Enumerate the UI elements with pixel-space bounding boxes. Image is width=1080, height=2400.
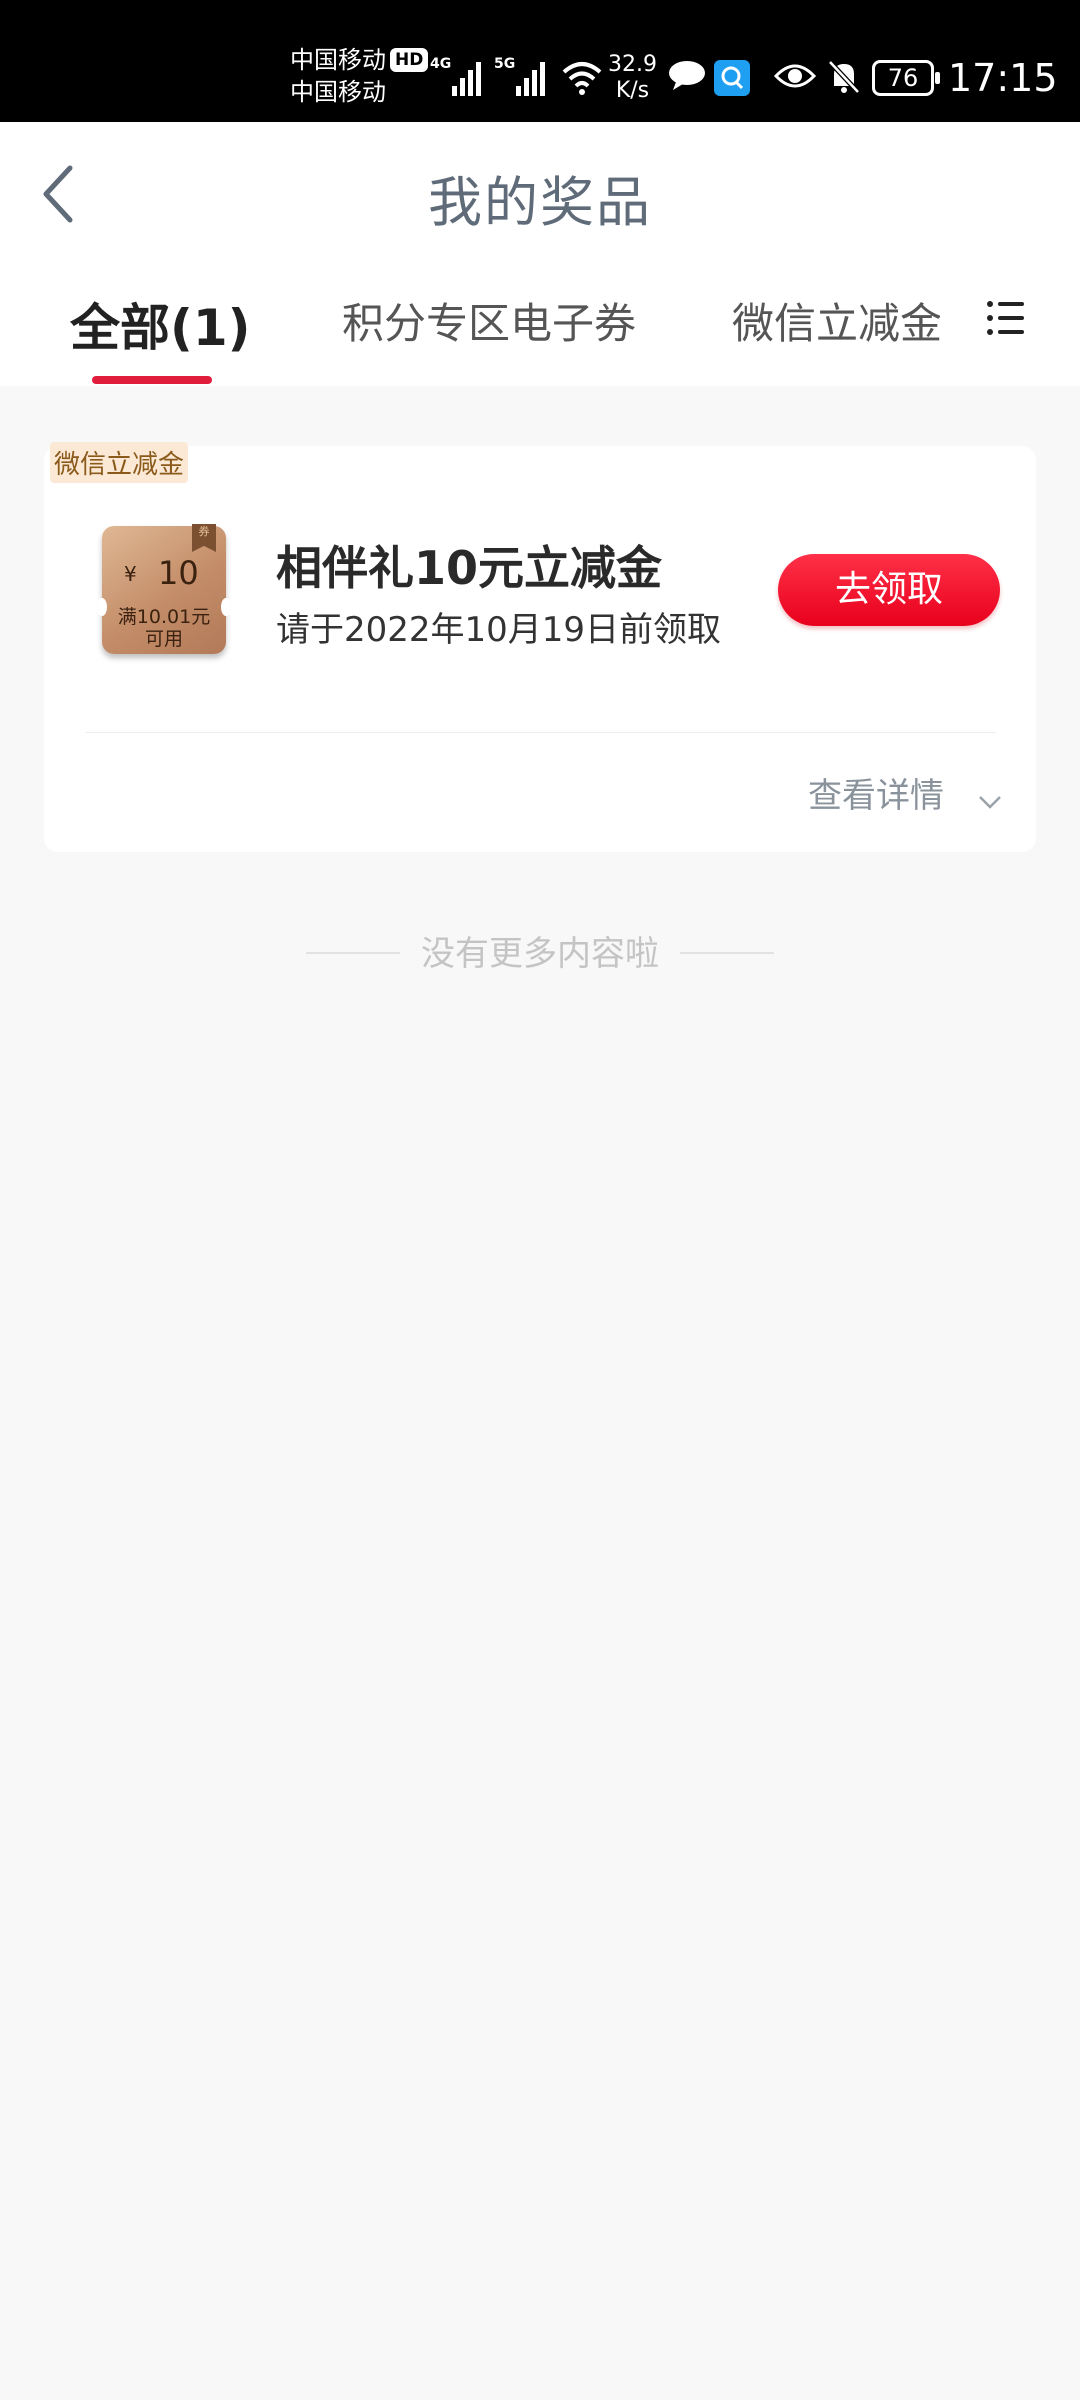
tab-all[interactable]: 全部(1) [70,288,251,360]
card-divider [86,732,996,733]
coupon-flag: 券 [192,524,216,552]
speed-unit: K/s [615,78,650,103]
claim-button[interactable]: 去领取 [778,554,1000,626]
category-tabs: 全部(1) 积分专区电子券 微信立减金( [0,264,1080,386]
battery-icon: 76 [872,60,940,96]
view-details-link[interactable]: 查看详情 [808,768,944,817]
prize-card: 微信立减金 券 ¥ 10 满10.01元 可用 相伴礼10元立减金 请于2022… [44,442,1036,852]
message-bubble-icon [669,61,705,90]
nav-header: 我的奖品 [0,122,1080,264]
coupon-amount: 10 [158,554,199,592]
carrier-2: 中国移动 [290,78,386,106]
divider-right [680,952,774,954]
hd-badge: HD [390,48,429,72]
chevron-down-icon[interactable] [978,794,1002,810]
page-title: 我的奖品 [428,171,652,234]
coupon-condition-line1: 满10.01元 [117,606,211,628]
wifi-icon [562,62,602,95]
clock: 17:15 [948,56,1058,100]
active-tab-indicator [92,376,212,384]
prize-type-tag: 微信立减金 [50,442,189,483]
carrier-info: 中国移动 HD 中国移动 [290,44,429,108]
carrier-1: 中国移动 [290,46,386,74]
net-type-5g: 5G [494,56,516,72]
no-more-content: 没有更多内容啦 [421,934,659,974]
bell-muted-icon [828,60,860,94]
signal-4g-icon: 4G [430,56,481,96]
prize-deadline: 请于2022年10月19日前领取 [276,610,722,650]
coupon-condition: 满10.01元 可用 [102,606,226,650]
list-menu-icon[interactable] [986,298,1026,338]
tab-points-coupons[interactable]: 积分专区电子券 [342,290,636,351]
signal-5g-icon: 5G [494,56,545,96]
prize-title: 相伴礼10元立减金 [276,541,663,595]
coupon-thumbnail: 券 ¥ 10 满10.01元 可用 [97,524,231,654]
eye-icon [774,64,816,88]
net-type-4g: 4G [430,56,452,72]
search-app-icon [714,60,750,96]
speed-value: 32.9 [608,52,657,77]
tab-wechat-discount[interactable]: 微信立减金( [732,290,940,351]
network-speed: 32.9 K/s [608,52,657,104]
status-bar: 中国移动 HD 中国移动 4G 5G 32.9 K/s 76 17:15 [0,0,1080,122]
coupon-condition-line2: 可用 [144,628,183,650]
coupon-currency: ¥ [124,562,137,586]
